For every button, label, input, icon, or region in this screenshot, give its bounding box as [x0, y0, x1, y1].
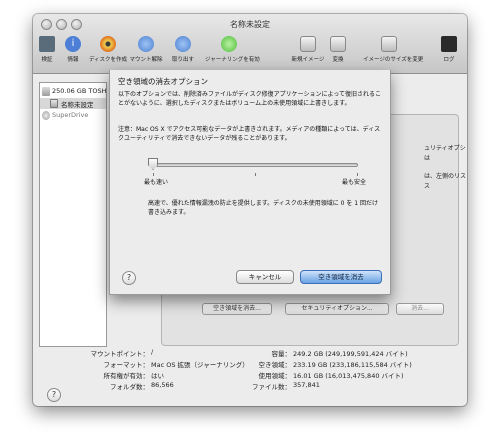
slider-thumb[interactable] — [148, 158, 158, 170]
erase-free-space-button[interactable]: 空き領域を消去... — [202, 303, 272, 315]
panel-text-list-2: ス — [424, 183, 431, 190]
format-label: フォーマット： — [103, 361, 150, 369]
convert-icon — [330, 36, 346, 52]
burn-icon — [100, 36, 116, 52]
slider-option-description: 高速で、優れた情報漏洩の防止を提供します。ディスクの未使用領域に 0 を 1 回… — [148, 200, 379, 217]
help-button[interactable]: ? — [47, 388, 61, 402]
sheet-description-1: 以下のオプションでは、削除済みファイルがディスク修復アプリケーションによって復旧… — [118, 91, 381, 108]
window-title: 名称未設定 — [230, 20, 270, 29]
device-sidebar: 250.06 GB TOSHI 名称未設定 SuperDrive — [39, 82, 107, 347]
toolbar-convert[interactable]: 変換 — [318, 36, 358, 63]
toolbar-eject[interactable]: 取り出す — [163, 36, 203, 63]
used-value: 16.01 GB (16,013,475,840 バイト) — [293, 372, 404, 380]
toolbar-info[interactable]: i 情報 — [53, 36, 93, 63]
used-label: 使用領域： — [258, 372, 292, 380]
available-value: 233.19 GB (233,186,115,584 バイト) — [293, 361, 412, 369]
slider-max-label: 最も安全 — [342, 179, 367, 186]
journal-icon — [221, 36, 237, 52]
folders-label: フォルダ数： — [110, 383, 149, 391]
info-icon: i — [65, 36, 81, 52]
erase-button[interactable]: 消去... — [396, 303, 444, 315]
log-icon — [441, 36, 457, 52]
eject-icon — [175, 36, 191, 52]
toolbar-log[interactable]: ログ — [429, 36, 467, 63]
toolbar-unmount[interactable]: マウント解除 — [126, 36, 166, 63]
toolbar-journaling[interactable]: ジャーナリングを有効 — [205, 36, 260, 63]
toolbar: 検証 i 情報 ディスクを作成 マウント解除 取り出す ジャーナリングを有効 新… — [33, 36, 467, 72]
volume-icon — [50, 99, 58, 108]
mount-point-value: / — [151, 348, 154, 356]
slider-tick — [153, 173, 154, 176]
owners-label: 所有権が有効： — [103, 372, 150, 380]
toolbar-burn[interactable]: ディスクを作成 — [88, 36, 128, 63]
cancel-button[interactable]: キャンセル — [236, 270, 294, 284]
sheet-description-2: 注意：Mac OS X でアクセス可能なデータが上書きされます。メディアの種類に… — [118, 126, 381, 143]
folders-value: 86,566 — [151, 381, 174, 389]
sidebar-item-volume[interactable]: 名称未設定 — [40, 98, 106, 109]
hard-disk-icon — [42, 87, 50, 96]
mount-point-label: マウントポイント： — [90, 350, 150, 358]
disk-utility-window: 名称未設定 検証 i 情報 ディスクを作成 マウント解除 取り出す ジャーナリン… — [33, 14, 467, 406]
unmount-icon — [138, 36, 154, 52]
title-bar: 名称未設定 検証 i 情報 ディスクを作成 マウント解除 取り出す ジャーナリン… — [33, 14, 467, 74]
files-label: ファイル数： — [252, 383, 291, 391]
optical-drive-icon — [42, 111, 50, 120]
toolbar-resize-image[interactable]: イメージのサイズを変更 — [363, 36, 423, 63]
owners-value: はい — [151, 372, 164, 380]
erase-free-space-confirm-button[interactable]: 空き領域を消去 — [300, 270, 382, 284]
slider-tick — [357, 173, 358, 176]
sheet-title: 空き領域の消去オプション — [118, 77, 208, 86]
slider-tick — [255, 173, 256, 176]
resize-image-icon — [381, 36, 397, 52]
erase-free-space-sheet: 空き領域の消去オプション 以下のオプションでは、削除済みファイルがディスク修復ア… — [109, 70, 391, 295]
capacity-value: 249.2 GB (249,199,591,424 バイト) — [293, 350, 408, 358]
panel-text-security-2: は — [424, 155, 431, 162]
sheet-help-button[interactable]: ? — [122, 271, 136, 285]
sidebar-item-superdrive[interactable]: SuperDrive — [40, 110, 106, 121]
slider-min-label: 最も速い — [144, 179, 169, 186]
sidebar-item-disk[interactable]: 250.06 GB TOSHI — [40, 86, 106, 97]
security-level-slider[interactable] — [154, 163, 358, 167]
new-image-icon — [300, 36, 316, 52]
security-options-button[interactable]: セキュリティオプション... — [285, 303, 389, 315]
panel-text-security: ュリティオプシ — [424, 145, 466, 152]
available-label: 空き領域： — [258, 361, 292, 369]
capacity-label: 容量： — [271, 350, 292, 358]
panel-text-left-list: は、左側のリス — [424, 173, 467, 180]
volume-info: マウントポイント： / フォーマット： Mac OS 拡張（ジャーナリング） 所… — [33, 348, 467, 406]
files-value: 357,841 — [293, 381, 320, 389]
